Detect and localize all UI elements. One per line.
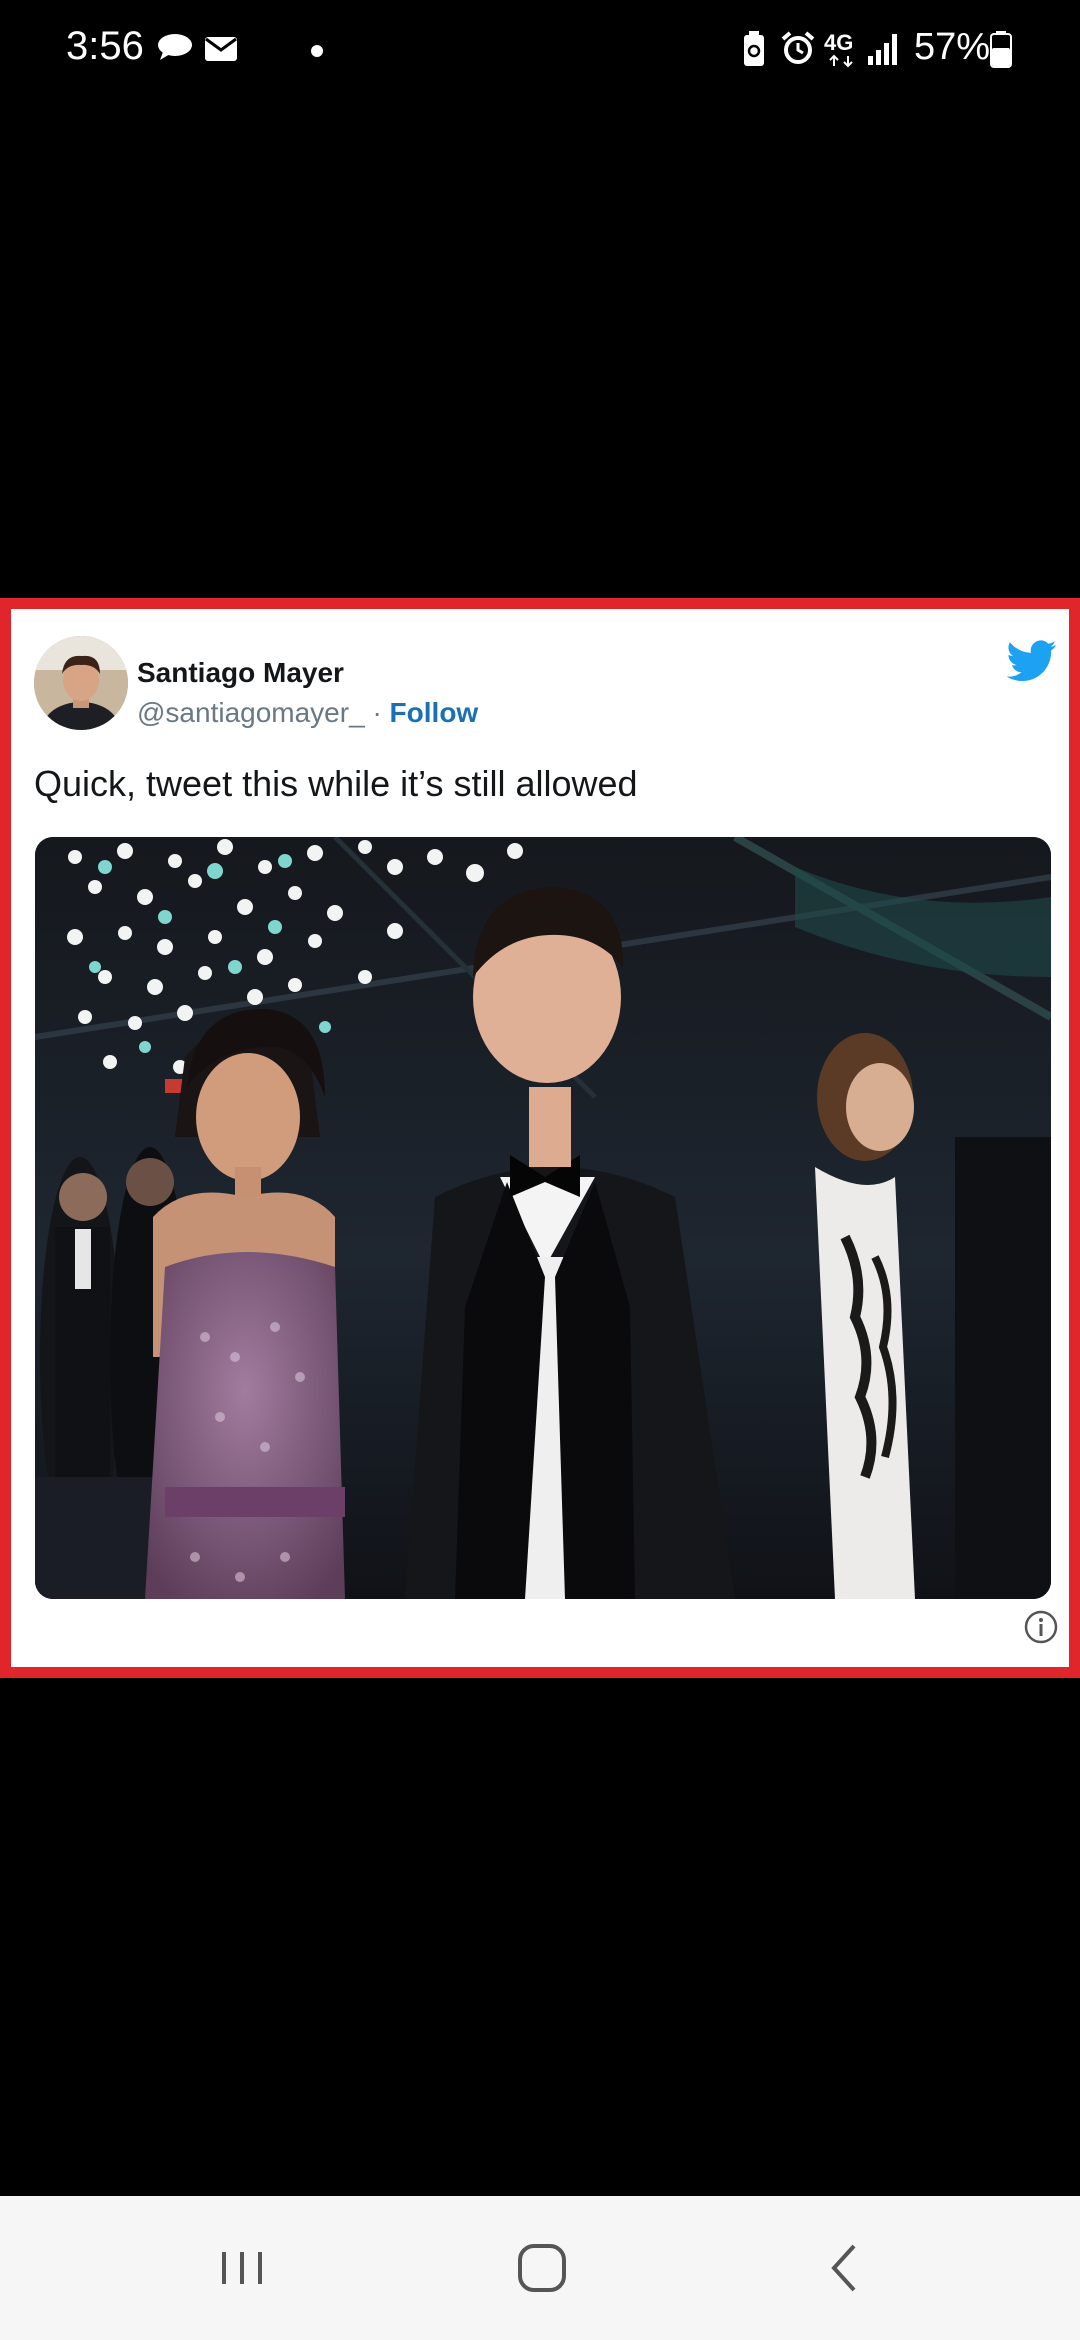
battery-percent: 57% <box>914 26 991 68</box>
display-name[interactable]: Santiago Mayer <box>137 657 344 689</box>
home-icon[interactable] <box>512 2238 572 2298</box>
status-bar: 3:56 4G 57% <box>0 0 1080 100</box>
handle-row: @santiagomayer_ · Follow <box>137 697 478 729</box>
recent-apps-icon[interactable] <box>212 2238 272 2298</box>
avatar[interactable] <box>34 636 128 730</box>
separator-dot: · <box>372 697 382 728</box>
signal-icon <box>868 34 897 65</box>
follow-link[interactable]: Follow <box>390 697 479 728</box>
chat-bubble-icon <box>158 34 192 60</box>
info-icon[interactable] <box>1023 1609 1059 1645</box>
battery-saver-icon <box>744 31 764 66</box>
back-icon[interactable] <box>816 2238 876 2298</box>
status-time: 3:56 <box>66 24 144 68</box>
notification-dot-icon <box>311 45 323 57</box>
screen: 3:56 4G 57% Santiago Mayer @santiagomaye… <box>0 0 1080 2340</box>
alarm-icon <box>781 31 815 64</box>
twitter-bird-icon[interactable] <box>1007 639 1057 683</box>
tweet-embed-frame: Santiago Mayer @santiagomayer_ · Follow … <box>0 598 1080 1678</box>
tweet-photo[interactable] <box>35 837 1051 1599</box>
mail-icon <box>205 37 237 61</box>
tweet-card[interactable]: Santiago Mayer @santiagomayer_ · Follow … <box>11 609 1069 1667</box>
handle[interactable]: @santiagomayer_ <box>137 697 365 728</box>
navigation-bar <box>0 2196 1080 2340</box>
4g-icon: 4G <box>824 30 853 68</box>
svg-text:4G: 4G <box>824 30 853 55</box>
battery-icon <box>990 31 1012 68</box>
tweet-text: Quick, tweet this while it’s still allow… <box>34 763 638 804</box>
